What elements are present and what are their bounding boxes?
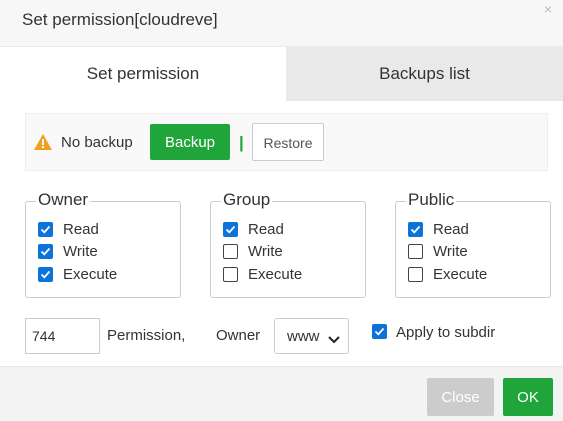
tab-set-permission[interactable]: Set permission <box>0 47 286 101</box>
permission-settings-row: Permission, Owner www Apply to subdir <box>0 318 563 354</box>
public-read-checkbox[interactable] <box>408 222 423 237</box>
tab-bar: Set permission Backups list <box>0 47 563 101</box>
warning-icon <box>34 134 52 150</box>
permission-label: Write <box>433 243 468 260</box>
apply-subdir-checkbox[interactable] <box>372 324 387 339</box>
group-permissions-group: Group Read Write Execute <box>210 190 366 298</box>
permission-label: Execute <box>433 266 488 283</box>
group-legend-group: Group <box>221 190 273 210</box>
tab-backups-list[interactable]: Backups list <box>286 47 563 101</box>
close-icon[interactable]: × <box>539 0 557 18</box>
group-legend-public: Public <box>406 190 457 210</box>
owner-write-checkbox[interactable] <box>38 244 53 259</box>
backup-status-text: No backup <box>61 134 133 151</box>
public-execute-checkbox[interactable] <box>408 267 423 282</box>
owner-read-checkbox[interactable] <box>38 222 53 237</box>
permission-label: Write <box>63 243 98 260</box>
permission-label: Read <box>433 221 469 238</box>
chevron-down-icon <box>328 331 340 347</box>
permission-value-input[interactable] <box>25 318 100 354</box>
group-execute-checkbox[interactable] <box>223 267 238 282</box>
dialog-title: Set permission[cloudreve] <box>22 10 218 29</box>
backup-status-bar: No backup Backup | Restore <box>25 113 548 171</box>
dialog-footer: Close OK <box>0 366 563 421</box>
close-button[interactable]: Close <box>427 378 494 416</box>
owner-permissions-group: Owner Read Write Execute <box>25 190 181 298</box>
owner-select[interactable]: www <box>274 318 349 354</box>
permission-label: Read <box>63 221 99 238</box>
public-permissions-group: Public Read Write Execute <box>395 190 551 298</box>
permission-label: Write <box>248 243 283 260</box>
owner-label: Owner <box>216 327 261 344</box>
set-permission-dialog: Set permission[cloudreve] × Set permissi… <box>0 0 563 421</box>
ok-button[interactable]: OK <box>503 378 553 416</box>
permission-label: Execute <box>248 266 303 283</box>
separator: | <box>239 133 244 152</box>
permission-label: Read <box>248 221 284 238</box>
permission-label: Execute <box>63 266 118 283</box>
backup-button[interactable]: Backup <box>150 124 230 160</box>
dialog-titlebar: Set permission[cloudreve] × <box>0 0 563 47</box>
group-legend-owner: Owner <box>36 190 91 210</box>
owner-execute-checkbox[interactable] <box>38 267 53 282</box>
public-write-checkbox[interactable] <box>408 244 423 259</box>
group-read-checkbox[interactable] <box>223 222 238 237</box>
owner-select-value: www <box>287 328 320 345</box>
permission-label: Permission, <box>107 327 186 344</box>
restore-button[interactable]: Restore <box>252 123 324 161</box>
group-write-checkbox[interactable] <box>223 244 238 259</box>
apply-subdir-label[interactable]: Apply to subdir <box>396 324 495 341</box>
